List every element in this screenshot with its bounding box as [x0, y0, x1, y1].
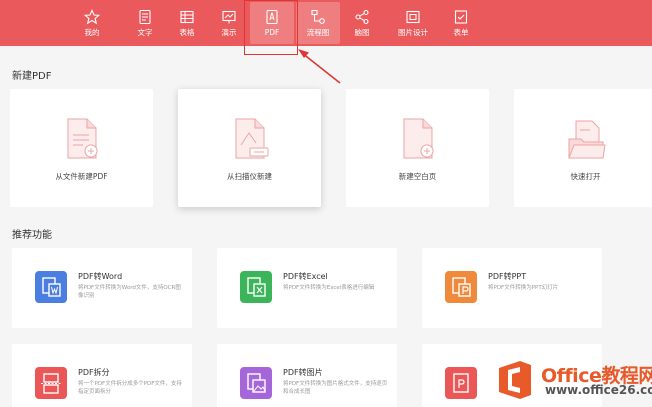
- card-label: 从扫描仪新建: [227, 172, 272, 181]
- nav-item-spreadsheet[interactable]: 表格: [165, 2, 209, 44]
- form-icon: [454, 10, 468, 24]
- highlight-box: [244, 0, 298, 55]
- office-logo-icon: [499, 361, 531, 399]
- top-nav-bar: 我的 文字 表格 演示 PDF 流程图 脑图 图片设计 表单: [0, 0, 652, 46]
- file-add-icon: [67, 118, 97, 159]
- feature-desc: 将一个PDF文件拆分成多个PDF文件，支持指定页面拆分: [78, 381, 182, 395]
- nav-item-label: 表格: [179, 28, 195, 37]
- pdf-tool-icon: [445, 367, 477, 399]
- ppt-icon: [445, 271, 477, 303]
- word-icon: [35, 271, 67, 303]
- nav-item-mindmap[interactable]: 脑图: [340, 2, 384, 44]
- feature-pdf-split[interactable]: PDF拆分 将一个PDF文件拆分成多个PDF文件，支持指定页面拆分: [12, 344, 192, 407]
- feature-pdf-to-excel[interactable]: PDF转Excel 将PDF文件转换为Excel表格进行编辑: [217, 248, 397, 328]
- card-label: 快速打开: [570, 172, 601, 181]
- card-new-from-file[interactable]: 从文件新建PDF: [10, 89, 153, 207]
- nav-item-label: 流程图: [306, 28, 330, 37]
- image-design-icon: [406, 10, 420, 24]
- watermark-url: www.office26.com: [545, 383, 652, 397]
- blank-page-icon: [403, 118, 433, 159]
- feature-desc: 将PDF文件转换为Word文件，支持OCR图像识别: [78, 285, 181, 299]
- excel-icon: [240, 271, 272, 303]
- table-icon: [180, 10, 194, 24]
- section-title-recommended: 推荐功能: [12, 230, 52, 241]
- feature-name: PDF转Word: [78, 272, 123, 281]
- feature-desc: 将PDF文件转换为图片格式文件，支持逐页和合成长图: [283, 381, 388, 395]
- nav-item-writer[interactable]: 文字: [123, 2, 167, 44]
- nav-item-label: 脑图: [354, 28, 370, 37]
- split-icon: [35, 367, 67, 399]
- nav-item-flowchart[interactable]: 流程图: [296, 2, 340, 44]
- card-new-from-scanner[interactable]: 从扫描仪新建: [178, 89, 321, 207]
- feature-pdf-to-ppt[interactable]: PDF转PPT 将PDF文件转换为PPT幻灯片: [422, 248, 602, 328]
- mindmap-icon: [355, 9, 369, 25]
- annotation-arrow: [298, 49, 341, 84]
- nav-item-label: 我的: [84, 28, 100, 37]
- flowchart-icon: [311, 9, 325, 24]
- feature-desc: 将PDF文件转换为Excel表格进行编辑: [283, 285, 375, 291]
- nav-item-form[interactable]: 表单: [439, 2, 483, 44]
- nav-item-mine[interactable]: 我的: [70, 2, 114, 44]
- feature-name: PDF拆分: [78, 368, 110, 377]
- folder-open-icon: [567, 120, 606, 159]
- star-icon: [84, 9, 100, 25]
- feature-name: PDF转图片: [283, 368, 323, 377]
- card-quick-open[interactable]: 快速打开: [514, 89, 652, 207]
- nav-item-label: 图片设计: [398, 28, 428, 37]
- card-new-blank-page[interactable]: 新建空白页: [346, 89, 489, 207]
- document-icon: [139, 9, 151, 25]
- card-label: 新建空白页: [398, 172, 437, 181]
- card-label: 从文件新建PDF: [55, 172, 108, 181]
- section-title-new-pdf: 新建PDF: [12, 71, 52, 82]
- feature-name: PDF转PPT: [488, 272, 527, 281]
- nav-item-label: 文字: [137, 28, 153, 37]
- feature-pdf-to-image[interactable]: PDF转图片 将PDF文件转换为图片格式文件，支持逐页和合成长图: [217, 344, 397, 407]
- presentation-icon: [222, 10, 236, 24]
- image-icon: [240, 367, 272, 399]
- feature-name: PDF转Excel: [283, 272, 328, 281]
- nav-item-image-design[interactable]: 图片设计: [389, 2, 437, 44]
- scanner-icon: [235, 118, 268, 159]
- nav-item-label: 表单: [453, 28, 469, 37]
- feature-pdf-to-word[interactable]: PDF转Word 将PDF文件转换为Word文件，支持OCR图像识别: [12, 248, 192, 328]
- site-watermark: Office教程网 www.office26.com: [489, 357, 652, 403]
- feature-desc: 将PDF文件转换为PPT幻灯片: [488, 285, 559, 291]
